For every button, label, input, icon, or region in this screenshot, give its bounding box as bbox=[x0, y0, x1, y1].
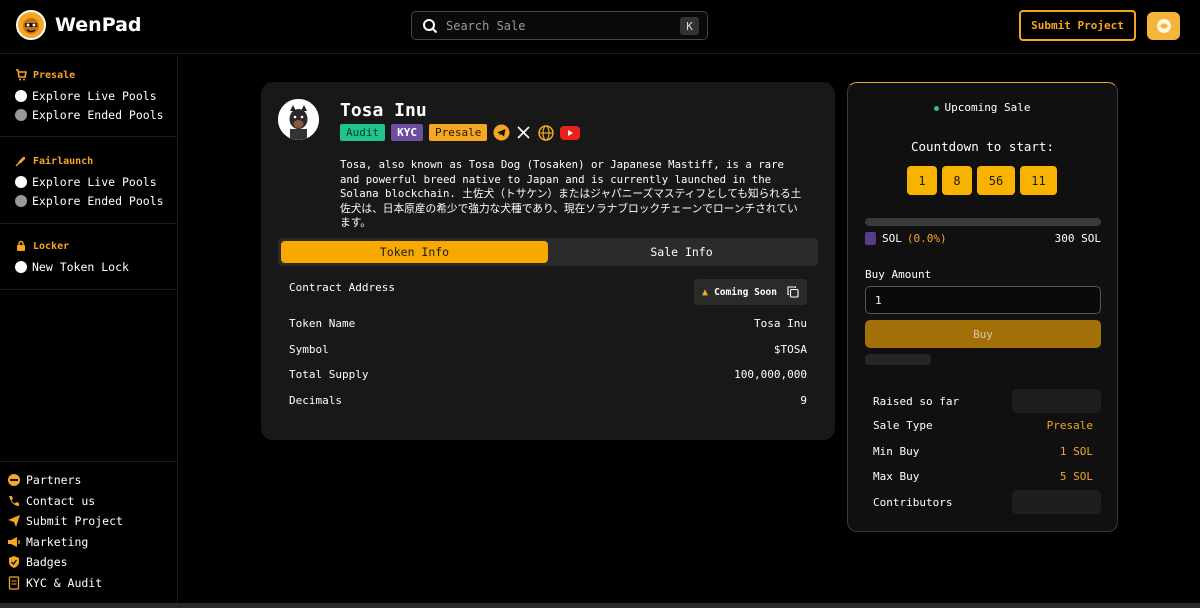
submit-project-button[interactable]: Submit Project bbox=[1019, 10, 1136, 41]
buy-button[interactable]: Buy bbox=[865, 320, 1101, 348]
warning-icon: ▲ bbox=[702, 286, 709, 298]
sale-progress-bar bbox=[865, 218, 1101, 226]
search-icon bbox=[423, 18, 438, 33]
live-pools-icon bbox=[15, 175, 27, 188]
token-avatar bbox=[278, 99, 319, 140]
countdown-minutes: 56 bbox=[977, 166, 1015, 195]
live-pools-icon bbox=[15, 89, 27, 102]
stat-raised-so-far: Raised so far bbox=[873, 389, 1101, 413]
sidebar-section-locker: Locker New Token Lock bbox=[0, 224, 177, 290]
sidebar-section-presale: Presale Explore Live Pools Explore Ended… bbox=[0, 55, 177, 137]
telegram-icon[interactable] bbox=[493, 124, 510, 141]
search-input[interactable] bbox=[446, 18, 666, 33]
solana-icon bbox=[865, 232, 876, 245]
sale-progress-info: SOL (0.0%) 300 SOL bbox=[865, 232, 1101, 245]
contract-address-value[interactable]: ▲ Coming Soon bbox=[694, 279, 807, 305]
send-icon bbox=[6, 514, 21, 529]
buy-amount-label: Buy Amount bbox=[865, 268, 932, 281]
stat-contributors: Contributors bbox=[873, 490, 1101, 514]
logo-icon bbox=[16, 10, 46, 40]
sidebar-item-partners[interactable]: Partners bbox=[0, 470, 177, 491]
stat-min-buy: Min Buy 1 SOL bbox=[873, 445, 1093, 458]
sidebar-section-fairlaunch: Fairlaunch Explore Live Pools Explore En… bbox=[0, 137, 177, 224]
token-tabs: Token Info Sale Info bbox=[278, 238, 818, 266]
contributors-placeholder bbox=[1012, 490, 1101, 514]
lock-icon bbox=[17, 240, 25, 251]
sidebar-item-new-token-lock[interactable]: New Token Lock bbox=[0, 257, 177, 276]
audit-badge[interactable]: Audit bbox=[340, 124, 386, 141]
handshake-icon bbox=[6, 473, 21, 488]
sidebar-item-kyc-audit[interactable]: KYC & Audit bbox=[0, 573, 177, 594]
tab-sale-info[interactable]: Sale Info bbox=[548, 241, 815, 263]
kyc-badge[interactable]: KYC bbox=[391, 124, 423, 141]
copy-icon[interactable] bbox=[787, 286, 799, 298]
token-badges: Audit KYC Presale bbox=[340, 124, 585, 141]
countdown-seconds: 11 bbox=[1020, 166, 1057, 195]
dollar-icon bbox=[15, 260, 27, 273]
sale-card: Upcoming Sale Countdown to start: 1 8 56… bbox=[847, 82, 1118, 532]
sidebar-heading-locker: Locker bbox=[0, 238, 177, 254]
sidebar-item-fairlaunch-live[interactable]: Explore Live Pools bbox=[0, 172, 177, 191]
document-icon bbox=[6, 575, 21, 590]
ended-pools-icon bbox=[15, 194, 27, 207]
hard-cap: 300 SOL bbox=[1054, 232, 1101, 245]
sale-status: Upcoming Sale bbox=[848, 101, 1117, 114]
wallet-icon bbox=[1156, 19, 1171, 33]
raised-placeholder bbox=[1012, 389, 1101, 413]
info-row-total-supply: Total Supply 100,000,000 bbox=[289, 368, 807, 381]
countdown-days: 1 bbox=[907, 166, 937, 195]
logo[interactable]: WenPad bbox=[16, 10, 142, 40]
top-header: WenPad K Submit Project bbox=[0, 0, 1200, 54]
info-row-symbol: Symbol $TOSA bbox=[289, 343, 807, 356]
sidebar-item-presale-ended[interactable]: Explore Ended Pools bbox=[0, 105, 177, 124]
sidebar-item-presale-live[interactable]: Explore Live Pools bbox=[0, 86, 177, 105]
globe-icon[interactable] bbox=[537, 124, 554, 141]
buy-amount-input[interactable] bbox=[865, 286, 1101, 314]
search-bar[interactable]: K bbox=[411, 11, 708, 40]
token-card: Tosa Inu Audit KYC Presale Tosa, also kn… bbox=[261, 82, 835, 440]
progress-percent: (0.0%) bbox=[906, 232, 947, 245]
shield-check-icon bbox=[6, 555, 21, 570]
app-name: WenPad bbox=[55, 14, 142, 36]
cart-icon bbox=[16, 69, 27, 81]
sidebar-item-marketing[interactable]: Marketing bbox=[0, 532, 177, 553]
sidebar-heading-presale: Presale bbox=[0, 67, 177, 83]
token-description: Tosa, also known as Tosa Dog (Tosaken) o… bbox=[340, 158, 802, 229]
sidebar-heading-fairlaunch: Fairlaunch bbox=[0, 153, 177, 169]
status-dot-icon bbox=[934, 105, 940, 111]
sidebar: Presale Explore Live Pools Explore Ended… bbox=[0, 55, 178, 608]
youtube-icon[interactable] bbox=[559, 124, 580, 141]
x-twitter-icon[interactable] bbox=[515, 124, 532, 141]
megaphone-icon bbox=[6, 534, 21, 549]
countdown-label: Countdown to start: bbox=[911, 139, 1054, 154]
stat-max-buy: Max Buy 5 SOL bbox=[873, 470, 1093, 483]
search-shortcut-key: K bbox=[680, 17, 699, 35]
ended-pools-icon bbox=[15, 108, 27, 121]
sidebar-item-fairlaunch-ended[interactable]: Explore Ended Pools bbox=[0, 191, 177, 210]
sidebar-item-badges[interactable]: Badges bbox=[0, 552, 177, 573]
countdown-timer: 1 8 56 11 bbox=[907, 166, 1062, 195]
sidebar-item-contact[interactable]: Contact us bbox=[0, 491, 177, 512]
info-row-decimals: Decimals 9 bbox=[289, 394, 807, 407]
contract-address-row: Contract Address ▲ Coming Soon bbox=[289, 279, 807, 305]
tab-token-info[interactable]: Token Info bbox=[281, 241, 548, 263]
token-name: Tosa Inu bbox=[340, 100, 427, 121]
rocket-icon bbox=[15, 157, 25, 167]
presale-badge: Presale bbox=[429, 124, 488, 141]
wallet-button[interactable] bbox=[1147, 12, 1180, 40]
loading-placeholder bbox=[865, 354, 931, 365]
sidebar-footer-nav: Partners Contact us Submit Project Marke… bbox=[0, 461, 177, 593]
horizontal-scrollbar[interactable] bbox=[0, 603, 1200, 608]
sidebar-item-submit-project[interactable]: Submit Project bbox=[0, 511, 177, 532]
phone-icon bbox=[6, 493, 21, 508]
stat-sale-type: Sale Type Presale bbox=[873, 419, 1093, 432]
contract-address-label: Contract Address bbox=[289, 281, 395, 294]
info-row-token-name: Token Name Tosa Inu bbox=[289, 317, 807, 330]
countdown-hours: 8 bbox=[942, 166, 972, 195]
